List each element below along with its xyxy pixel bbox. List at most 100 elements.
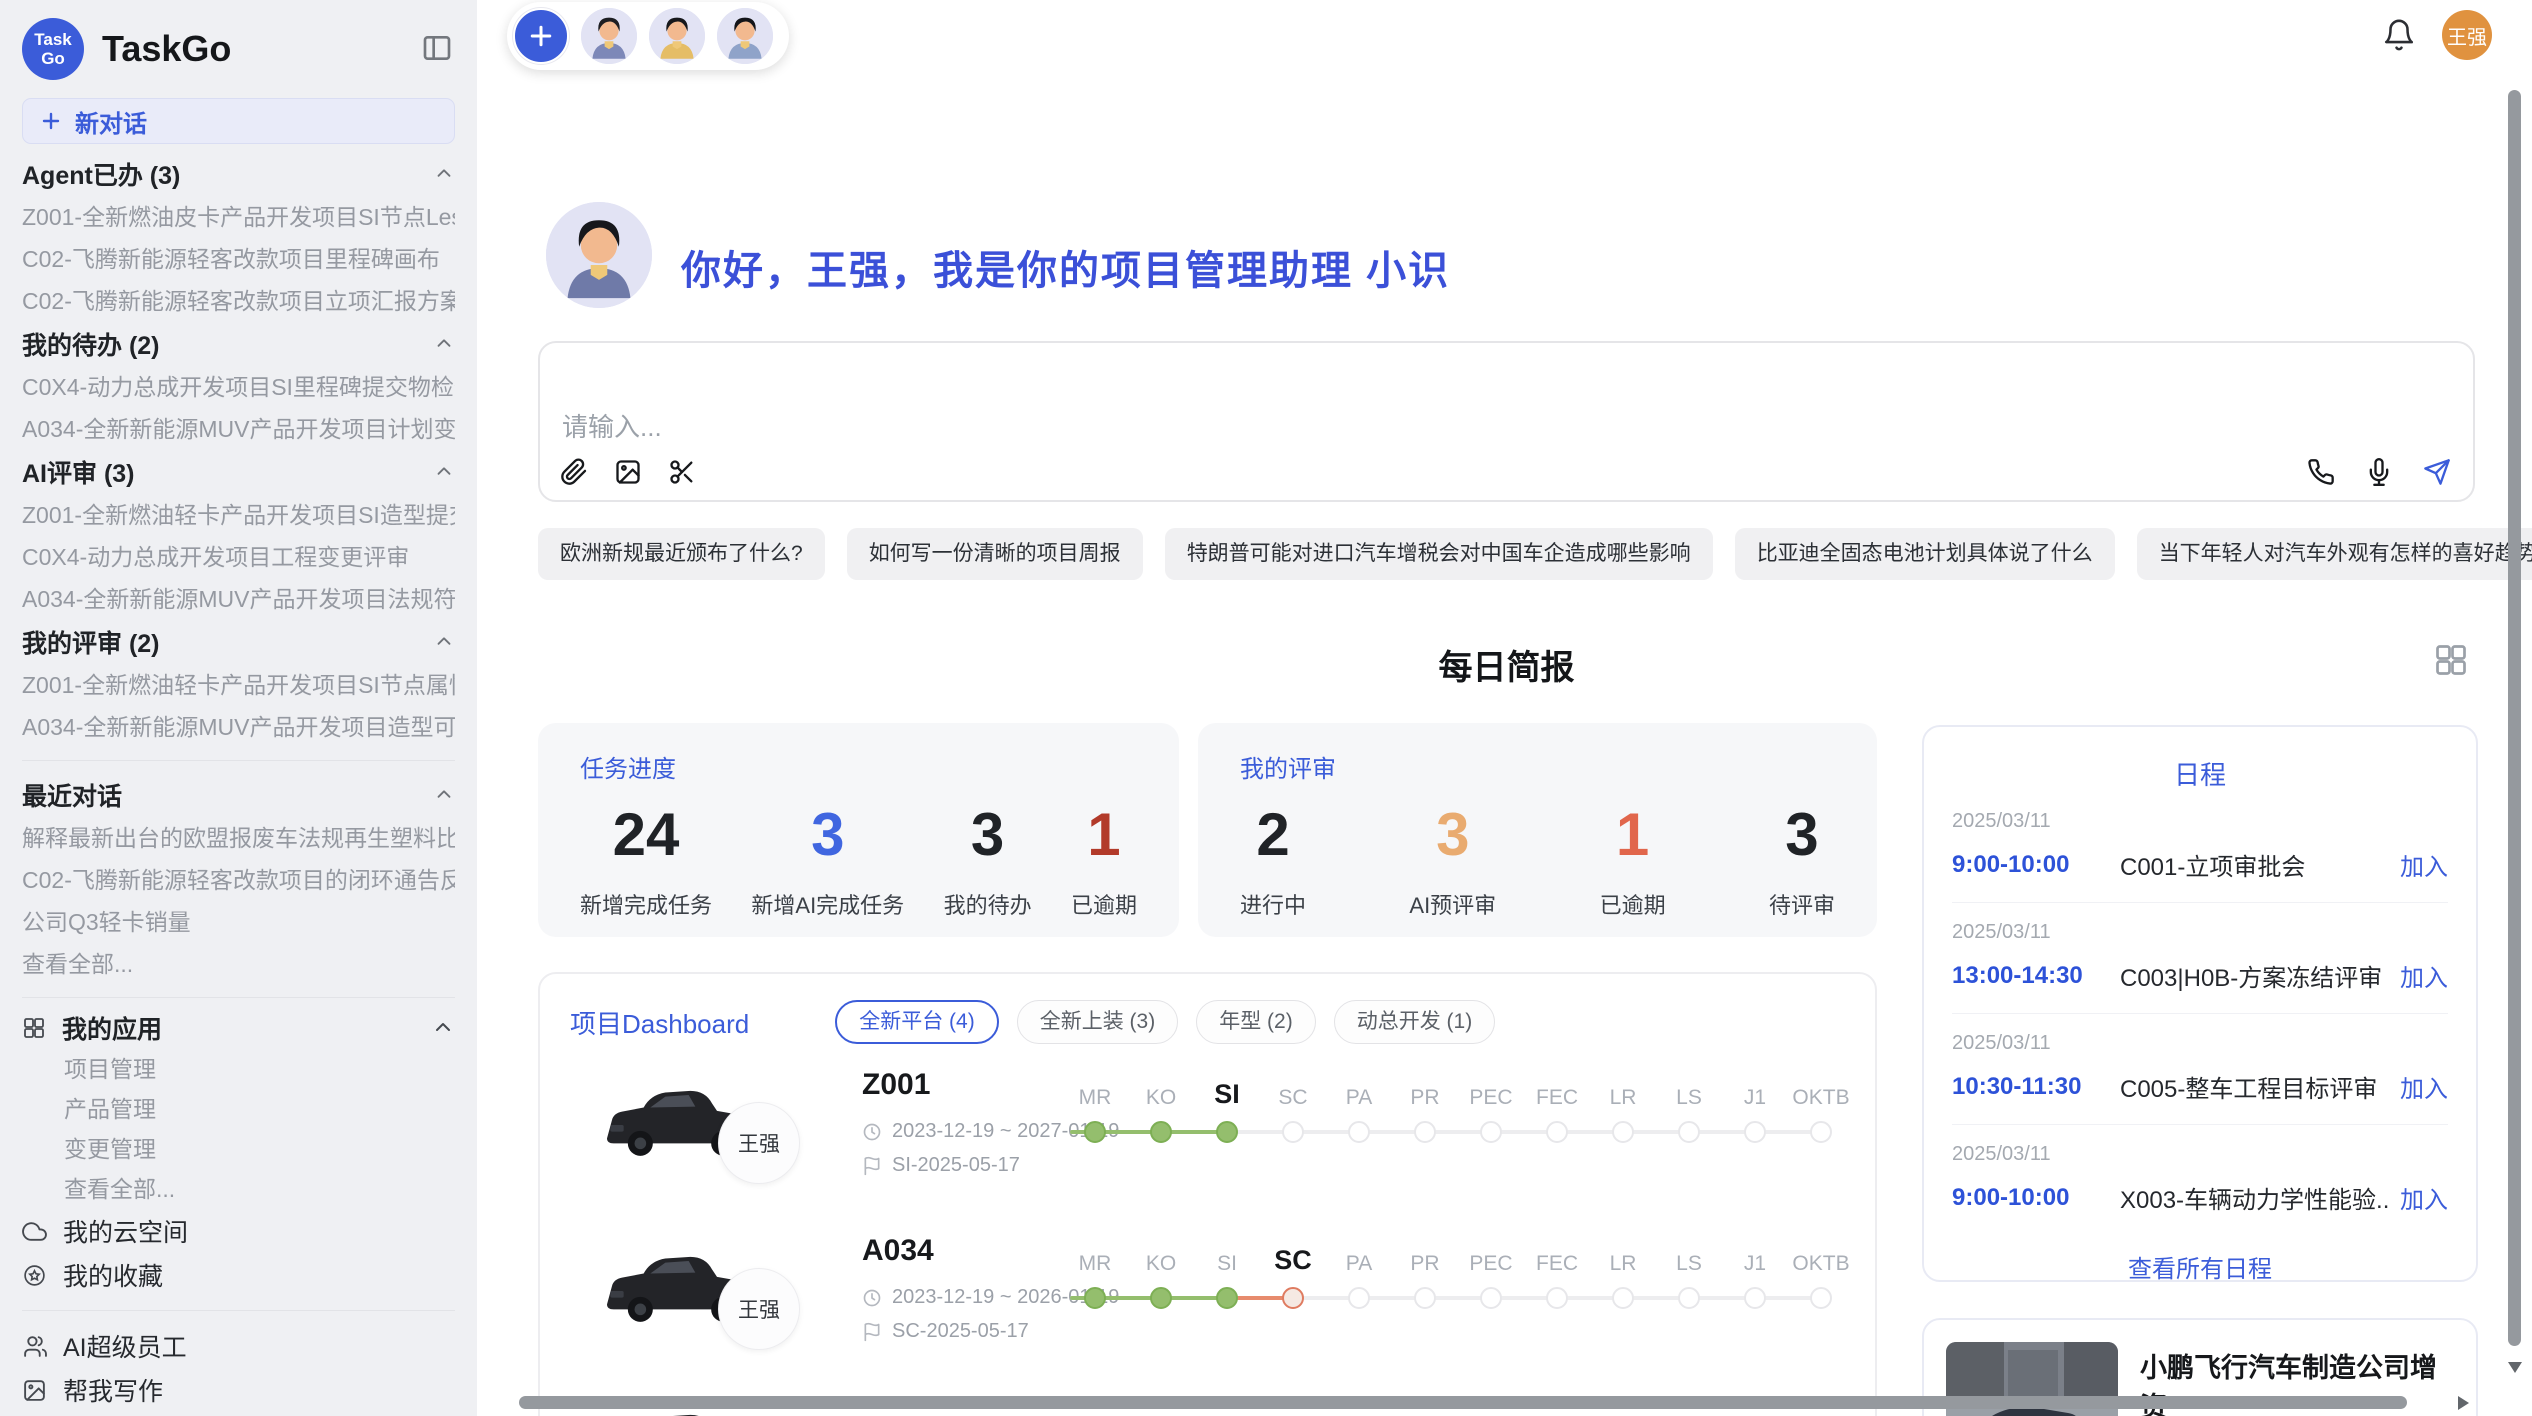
event-date: 2025/03/11	[1952, 921, 2448, 944]
sidebar-group-header[interactable]: AI评审 (3)	[22, 458, 455, 486]
project-row[interactable]: 王强Z0012023-12-19 ~ 2027-01-19SI-2025-05-…	[540, 1060, 1875, 1210]
sidebar-group-title: 最近对话	[22, 777, 122, 813]
message-composer[interactable]: 请输入...	[538, 341, 2475, 502]
milestone-label: FEC	[1524, 1232, 1590, 1276]
sidebar-app-item[interactable]: 产品管理	[64, 1096, 455, 1122]
stat-label: AI预评审	[1409, 888, 1496, 920]
event-join-link[interactable]: 加入	[2400, 1180, 2448, 1215]
event-join-link[interactable]: 加入	[2400, 847, 2448, 882]
sidebar-my-apps-header[interactable]: 我的应用	[22, 1014, 455, 1042]
project-dashboard-card: 项目Dashboard 全新平台 (4) 全新上装 (3) 年型 (2) 动总开发 (…	[538, 972, 1877, 1416]
milestone-col: LR	[1590, 1066, 1656, 1110]
milestone-dot	[1744, 1287, 1766, 1309]
teammate-avatar[interactable]	[581, 8, 637, 64]
sidebar-item[interactable]: A034-全新新能源MUV产品开发项目造型可行性评审	[22, 714, 455, 740]
sidebar-tool-people[interactable]: AI超级员工	[22, 1331, 455, 1361]
sidebar-item[interactable]: C02-飞腾新能源轻客改款项目的闭环通告反馈情况	[22, 867, 455, 893]
conversation-avatars	[507, 2, 789, 70]
suggestion-chip[interactable]: 当下年轻人对汽车外观有怎样的喜好趋势	[2137, 528, 2532, 580]
milestone-dot	[1348, 1287, 1370, 1309]
sidebar-link-cloud[interactable]: 我的云空间	[22, 1216, 455, 1246]
suggestion-chip[interactable]: 如何写一份清晰的项目周报	[847, 528, 1143, 580]
sidebar-item[interactable]: C02-飞腾新能源轻客改款项目里程碑画布	[22, 246, 455, 272]
dashboard-tab[interactable]: 全新平台 (4)	[835, 1000, 999, 1044]
dashboard-tab[interactable]: 年型 (2)	[1196, 1000, 1316, 1044]
sidebar-item[interactable]: C0X4-动力总成开发项目工程变更评审	[22, 544, 455, 570]
milestone-label: SC	[1260, 1232, 1326, 1276]
app-title: TaskGo	[102, 28, 231, 70]
apps-grid-icon	[22, 1016, 46, 1040]
chevron-up-icon	[433, 784, 455, 806]
suggestion-chip[interactable]: 欧洲新规最近颁布了什么?	[538, 528, 825, 580]
milestone-label: PA	[1326, 1066, 1392, 1110]
dashboard-tab[interactable]: 动总开发 (1)	[1334, 1000, 1496, 1044]
teammate-avatar[interactable]	[717, 8, 773, 64]
sidebar-item[interactable]: Z001-全新燃油轻卡产品开发项目SI造型提交物评审	[22, 502, 455, 528]
sidebar-tool-image[interactable]: 帮我写作	[22, 1375, 455, 1405]
sidebar-item[interactable]: A034-全新新能源MUV产品开发项目法规符合性评审	[22, 586, 455, 612]
milestone-label: OKTB	[1788, 1232, 1854, 1276]
paperclip-icon[interactable]	[560, 458, 588, 486]
sidebar-item[interactable]: Z001-全新燃油轻卡产品开发项目SI节点属性5D文件评审	[22, 672, 455, 698]
sidebar-item[interactable]: A034-全新新能源MUV产品开发项目计划变更表编写	[22, 416, 455, 442]
milestone-col: PR	[1392, 1232, 1458, 1276]
sidebar-app-item[interactable]: 项目管理	[64, 1056, 455, 1082]
horizontal-scrollbar[interactable]	[519, 1396, 2407, 1409]
dashboard-title: 项目Dashboard	[570, 1004, 749, 1041]
new-chat-button[interactable]: 新对话	[22, 98, 455, 144]
sidebar-group-header[interactable]: 我的待办 (2)	[22, 330, 455, 358]
microphone-icon[interactable]	[2365, 458, 2393, 486]
milestone-label: LR	[1590, 1232, 1656, 1276]
sidebar-item[interactable]: 解释最新出台的欧盟报废车法规再生塑料比例被调至15%...	[22, 825, 455, 851]
clock-icon	[862, 1288, 882, 1308]
stat-label: 已逾期	[1071, 888, 1137, 920]
event-join-link[interactable]: 加入	[2400, 958, 2448, 993]
scissors-icon[interactable]	[668, 458, 696, 486]
scroll-down-arrow-icon[interactable]	[2508, 1362, 2522, 1373]
add-conversation-button[interactable]	[513, 8, 569, 64]
vertical-scrollbar[interactable]	[2508, 90, 2521, 1346]
milestone-label: PR	[1392, 1232, 1458, 1276]
teammate-avatar[interactable]	[649, 8, 705, 64]
layout-grid-icon[interactable]	[2433, 642, 2469, 678]
milestone-label: MR	[1062, 1232, 1128, 1276]
suggestion-chip[interactable]: 比亚迪全固态电池计划具体说了什么	[1735, 528, 2115, 580]
sidebar-app-item[interactable]: 查看全部...	[64, 1176, 455, 1202]
sidebar-group-header[interactable]: 最近对话	[22, 781, 455, 809]
stats-card-title: 我的评审	[1240, 749, 1835, 784]
sidebar-collapse-icon[interactable]	[421, 32, 453, 64]
send-icon[interactable]	[2423, 458, 2451, 486]
sidebar-group-title: 我的待办 (2)	[22, 326, 160, 362]
milestone-label: LS	[1656, 1066, 1722, 1110]
milestone-label: PR	[1392, 1066, 1458, 1110]
event-row: 9:00-10:00X003-车辆动力学性能验...加入	[1952, 1180, 2448, 1215]
milestone-chain: MRKOSISCPAPRPECFECLRLSJ1OKTB	[1062, 1066, 1854, 1150]
scroll-right-arrow-icon[interactable]	[2458, 1396, 2469, 1410]
user-avatar[interactable]: 王强	[2442, 10, 2492, 60]
chevron-up-icon	[433, 461, 455, 483]
notifications-bell-icon[interactable]	[2382, 18, 2416, 52]
sidebar-item[interactable]: 查看全部...	[22, 951, 455, 977]
sidebar-item[interactable]: C02-飞腾新能源轻客改款项目立项汇报方案	[22, 288, 455, 314]
image-icon[interactable]	[614, 458, 642, 486]
milestone-dot	[1216, 1287, 1238, 1309]
milestone-dot	[1084, 1287, 1106, 1309]
project-row[interactable]: 王强A0342023-12-19 ~ 2026-01-19SC-2025-05-…	[540, 1226, 1875, 1376]
sidebar-item[interactable]: C0X4-动力总成开发项目SI里程碑提交物检查	[22, 374, 455, 400]
milestone-col: MR	[1062, 1066, 1128, 1110]
sidebar-group-header[interactable]: Agent已办 (3)	[22, 160, 455, 188]
sidebar-link-starc[interactable]: 我的收藏	[22, 1260, 455, 1290]
suggestion-chip[interactable]: 特朗普可能对进口汽车增税会对中国车企造成哪些影响	[1165, 528, 1713, 580]
sidebar-item[interactable]: 公司Q3轻卡销量	[22, 909, 455, 935]
event-join-link[interactable]: 加入	[2400, 1069, 2448, 1104]
stat-item: 24新增完成任务	[580, 800, 712, 920]
sidebar-app-item[interactable]: 变更管理	[64, 1136, 455, 1162]
sidebar-group-header[interactable]: 我的评审 (2)	[22, 628, 455, 656]
milestone-col: OKTB	[1788, 1232, 1854, 1276]
view-all-schedule-link[interactable]: 查看所有日程	[1952, 1249, 2448, 1284]
sidebar-item[interactable]: Z001-全新燃油皮卡产品开发项目SI节点Lesson Learn报告	[22, 204, 455, 230]
phone-icon[interactable]	[2307, 458, 2335, 486]
dashboard-tab[interactable]: 全新上装 (3)	[1017, 1000, 1179, 1044]
milestone-col: PEC	[1458, 1066, 1524, 1110]
sidebar-tool-label: AI超级员工	[63, 1328, 187, 1364]
